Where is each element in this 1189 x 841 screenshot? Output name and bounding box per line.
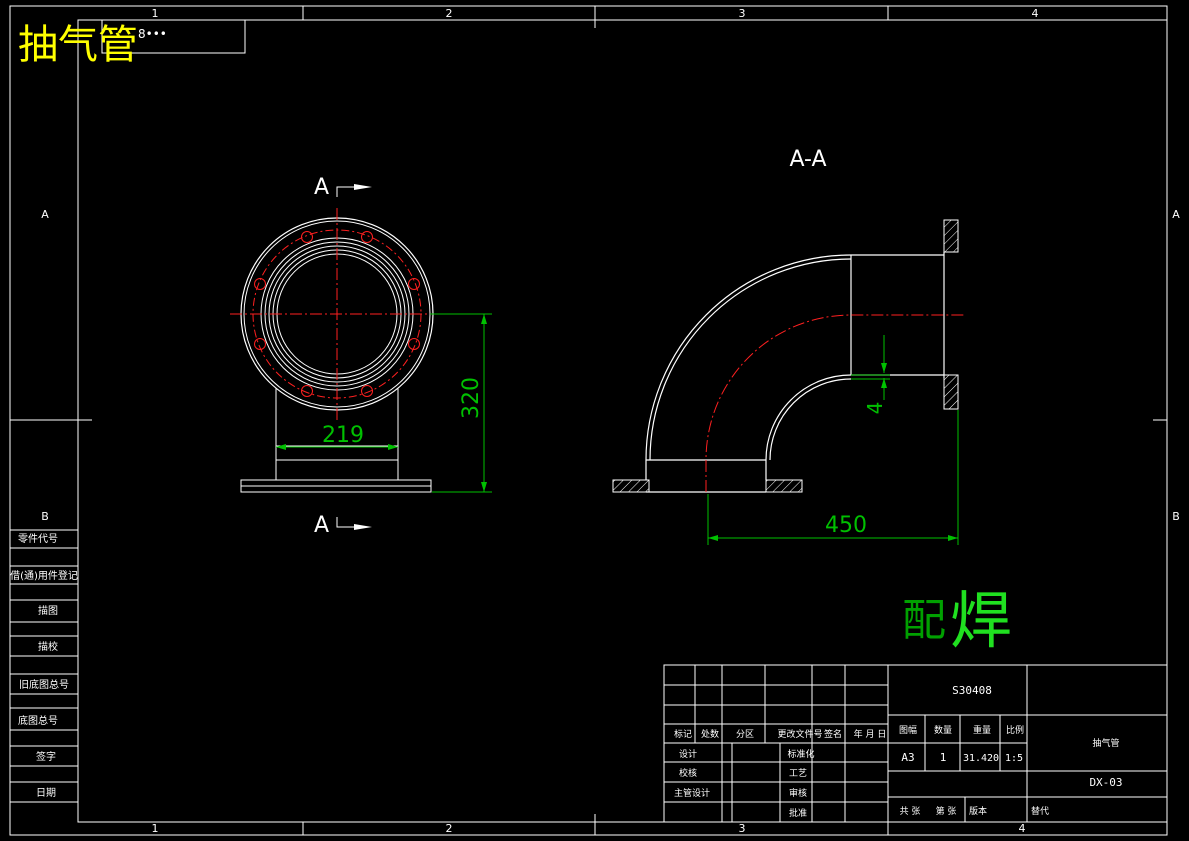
approval-process: 工艺 bbox=[789, 768, 807, 779]
left-label-shared-register: 借(通)用件登记 bbox=[10, 569, 78, 582]
footer-supersede: 替代 bbox=[1031, 805, 1049, 817]
zone-bottom-3: 3 bbox=[739, 822, 746, 835]
attr-value-weight: 31.420 bbox=[963, 753, 999, 764]
zone-right-A: A bbox=[1172, 208, 1180, 221]
left-label-base-no: 底图总号 bbox=[18, 714, 58, 727]
left-label-old-base-no: 旧底图总号 bbox=[19, 678, 69, 691]
zone-bottom-4: 4 bbox=[1019, 822, 1026, 835]
section-mark-top: A bbox=[314, 175, 329, 200]
approval-standard: 标准化 bbox=[787, 748, 814, 760]
zone-top-3: 3 bbox=[739, 7, 746, 20]
zone-top-1: 1 bbox=[152, 7, 159, 20]
part-name: 抽气管 bbox=[1092, 737, 1119, 749]
zone-top-2: 2 bbox=[446, 7, 453, 20]
attr-header-qty: 数量 bbox=[934, 724, 952, 736]
attr-header-scale: 比例 bbox=[1006, 724, 1024, 736]
footer-total-sheets: 共 张 bbox=[900, 806, 921, 817]
zone-bottom-2: 2 bbox=[446, 822, 453, 835]
attr-header-format: 图幅 bbox=[899, 724, 917, 736]
rev-header-date: 年 月 日 bbox=[854, 728, 887, 740]
dim-height-320: 320 bbox=[459, 377, 484, 419]
approval-approve: 批准 bbox=[789, 807, 807, 819]
left-panel-labels: 零件代号 借(通)用件登记 描图 描校 旧底图总号 底图总号 签字 日期 bbox=[10, 533, 78, 799]
left-label-tracing: 描图 bbox=[38, 604, 58, 617]
rev-header-doc: 更改文件号 bbox=[777, 728, 822, 740]
zone-top-4: 4 bbox=[1032, 7, 1039, 20]
section-view-title: A-A bbox=[789, 147, 826, 172]
section-mark-bottom: A bbox=[314, 513, 329, 538]
attr-value-qty: 1 bbox=[940, 751, 947, 764]
stamp-left-char: 配 bbox=[902, 595, 946, 646]
material-value: S30408 bbox=[952, 684, 992, 697]
left-label-part-code: 零件代号 bbox=[18, 533, 58, 545]
attr-header-weight: 重量 bbox=[973, 724, 991, 736]
dim-width-219: 219 bbox=[322, 423, 364, 448]
section-view: A-A 450 4 bbox=[612, 147, 965, 545]
left-label-signature: 签字 bbox=[36, 750, 56, 763]
title-block-text: 标记 处数 分区 更改文件号 签名 年 月 日 设计 校核 主管设计 标准化 工… bbox=[674, 684, 1123, 819]
drawing-frame bbox=[9, 5, 1168, 836]
zone-left-B: B bbox=[41, 510, 49, 523]
zone-labels: 1 2 3 4 1 2 3 4 A B A B bbox=[41, 7, 1180, 835]
drawing-title-overlay: 抽气管 bbox=[18, 22, 138, 68]
dim-length-450: 450 bbox=[825, 513, 867, 538]
approval-review: 审核 bbox=[789, 787, 807, 799]
rev-header-count: 处数 bbox=[701, 728, 719, 740]
rev-header-zone: 分区 bbox=[736, 729, 754, 740]
zone-right-B: B bbox=[1172, 510, 1180, 523]
stamp-right-char: 焊 bbox=[950, 584, 1012, 657]
rev-header-sign: 签名 bbox=[824, 728, 842, 740]
front-view: A A 219 320 bbox=[230, 175, 492, 538]
approval-check: 校核 bbox=[679, 767, 697, 779]
attr-value-scale: 1:5 bbox=[1005, 753, 1023, 764]
drawing-number: DX-03 bbox=[1089, 776, 1122, 789]
footer-sheet-no: 第 张 bbox=[936, 805, 957, 817]
cad-drawing-canvas: 1 2 3 4 1 2 3 4 A B A B 8••• 抽气管 零件代号 借(… bbox=[9, 5, 1180, 836]
footer-version: 版本 bbox=[969, 805, 987, 817]
zone-bottom-1: 1 bbox=[152, 822, 159, 835]
left-label-trace-check: 描校 bbox=[38, 640, 58, 653]
approval-design: 设计 bbox=[679, 748, 697, 760]
attr-value-format: A3 bbox=[901, 751, 914, 764]
left-label-date: 日期 bbox=[36, 787, 56, 799]
approval-chief: 主管设计 bbox=[674, 787, 710, 799]
title-box-text: 8••• bbox=[138, 27, 167, 41]
dim-thickness-4: 4 bbox=[863, 402, 887, 415]
rev-header-mark: 标记 bbox=[674, 728, 692, 740]
zone-left-A: A bbox=[41, 208, 49, 221]
